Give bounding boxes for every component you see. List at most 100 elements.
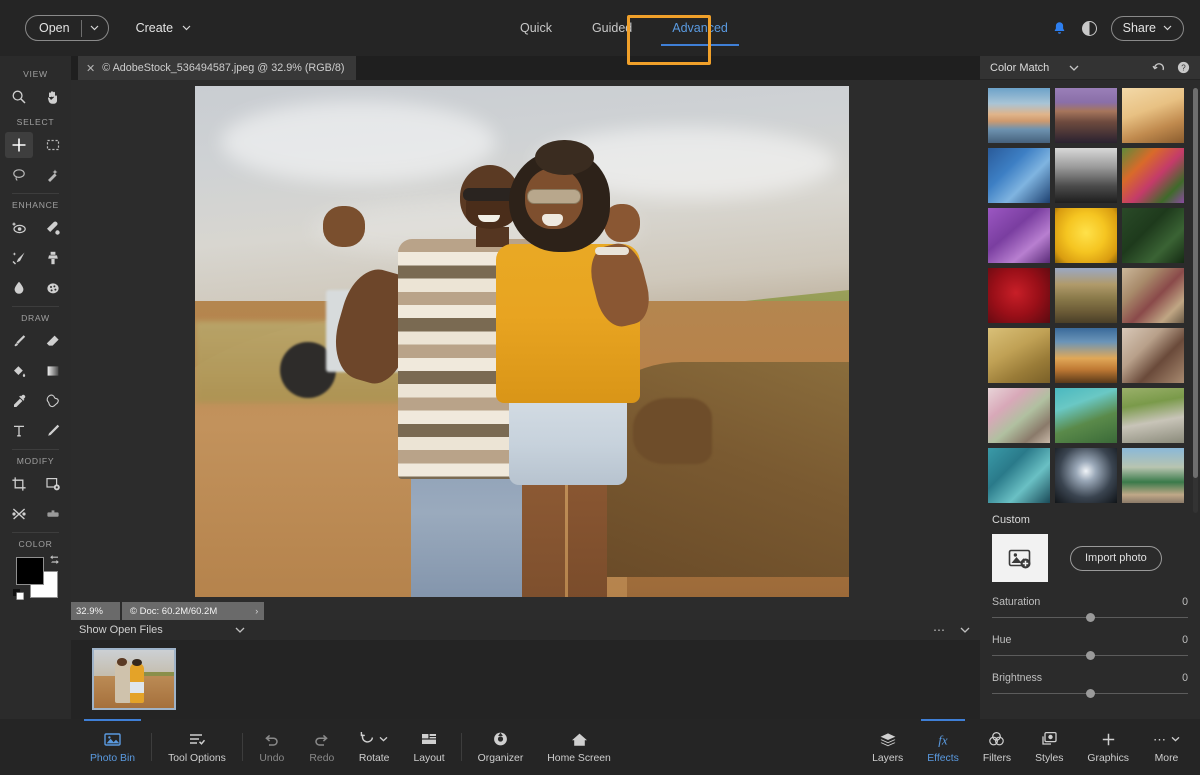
tool-section-select-label: SELECT: [0, 117, 71, 127]
smart-brush-tool-icon[interactable]: [5, 245, 33, 271]
slider-saturation-knob[interactable]: [1086, 613, 1095, 622]
preset-purple-petals[interactable]: [988, 208, 1050, 263]
red-eye-removal-tool-icon[interactable]: [5, 215, 33, 241]
preset-yellow-dahlia[interactable]: [1055, 208, 1117, 263]
preset-turquoise-coast[interactable]: [1055, 388, 1117, 443]
canvas-area[interactable]: [71, 80, 980, 602]
crop-tool-icon[interactable]: [5, 471, 33, 497]
chevron-down-icon[interactable]: [235, 625, 245, 635]
clone-stamp-tool-icon[interactable]: [39, 245, 67, 271]
photo-bin-thumbnail[interactable]: [92, 648, 176, 710]
eraser-tool-icon[interactable]: [39, 328, 67, 354]
slider-brightness-knob[interactable]: [1086, 689, 1095, 698]
spot-healing-brush-tool-icon[interactable]: [39, 215, 67, 241]
presets-scrollbar[interactable]: [1193, 88, 1198, 513]
rectangular-marquee-tool-icon[interactable]: [39, 132, 67, 158]
bottom-item-layers[interactable]: Layers: [860, 719, 915, 775]
preset-market-crowd[interactable]: [1122, 268, 1184, 323]
more-options-icon[interactable]: ⋯: [933, 623, 946, 637]
paint-bucket-tool-icon[interactable]: [5, 358, 33, 384]
slider-brightness-track[interactable]: [992, 693, 1188, 694]
open-button-label: Open: [26, 21, 81, 35]
chevron-down-icon[interactable]: [960, 625, 970, 635]
import-photo-button[interactable]: Import photo: [1070, 546, 1162, 571]
bottom-item-rotate[interactable]: Rotate: [347, 719, 402, 775]
preset-green-leaves[interactable]: [1122, 208, 1184, 263]
preset-city-park[interactable]: [1122, 388, 1184, 443]
document-info[interactable]: © Doc: 60.2M/60.2M ›: [122, 602, 264, 620]
presets-scrollbar-thumb[interactable]: [1193, 88, 1198, 478]
hand-tool-icon[interactable]: [39, 84, 67, 110]
tab-guided[interactable]: Guided: [572, 0, 652, 56]
create-button[interactable]: Create: [136, 21, 192, 35]
preset-wheat-field[interactable]: [988, 328, 1050, 383]
preset-coffee-cup[interactable]: [1122, 328, 1184, 383]
lasso-tool-icon[interactable]: [5, 162, 33, 188]
open-button[interactable]: Open: [25, 15, 109, 41]
custom-shape-tool-icon[interactable]: [39, 388, 67, 414]
bottom-item-filters[interactable]: Filters: [971, 719, 1023, 775]
preset-red-rose[interactable]: [988, 268, 1050, 323]
content-aware-move-tool-icon[interactable]: [5, 501, 33, 527]
pencil-tool-icon[interactable]: [39, 418, 67, 444]
photo-bin[interactable]: [71, 640, 980, 719]
bottom-item-redo[interactable]: Redo: [297, 719, 347, 775]
rotate-icon-group: [360, 731, 388, 748]
brush-tool-icon[interactable]: [5, 328, 33, 354]
zoom-tool-icon[interactable]: [5, 84, 33, 110]
bottom-item-styles[interactable]: Styles: [1023, 719, 1075, 775]
bottom-item-effects[interactable]: fx Effects: [915, 719, 971, 775]
default-colors-icon[interactable]: [13, 587, 24, 598]
bottom-item-photo-bin[interactable]: Photo Bin: [78, 719, 147, 775]
slider-hue-track[interactable]: [992, 655, 1188, 656]
bottom-item-more[interactable]: ⋯ More: [1141, 719, 1192, 775]
chevron-down-icon[interactable]: [1069, 63, 1079, 73]
add-photo-icon[interactable]: [992, 534, 1048, 582]
canvas-image[interactable]: [195, 86, 849, 597]
eyedropper-tool-icon[interactable]: [5, 388, 33, 414]
preset-desert-road[interactable]: [1055, 88, 1117, 143]
blur-tool-icon[interactable]: [5, 275, 33, 301]
preset-flower-garden[interactable]: [1122, 148, 1184, 203]
close-icon[interactable]: ✕: [86, 62, 95, 75]
preset-cathedral-bw[interactable]: [1055, 148, 1117, 203]
straighten-tool-icon[interactable]: [39, 501, 67, 527]
slider-saturation-track[interactable]: [992, 617, 1188, 618]
quick-selection-tool-icon[interactable]: [39, 162, 67, 188]
chevron-down-icon[interactable]: [82, 25, 108, 31]
share-button[interactable]: Share: [1111, 16, 1184, 41]
document-tab[interactable]: ✕ © AdobeStock_536494587.jpeg @ 32.9% (R…: [78, 56, 356, 80]
reset-icon[interactable]: [1152, 62, 1166, 74]
slider-hue-knob[interactable]: [1086, 651, 1095, 660]
preset-moon-night[interactable]: [1055, 448, 1117, 503]
move-tool-icon[interactable]: [5, 132, 33, 158]
preset-palm-sunset[interactable]: [1055, 328, 1117, 383]
preset-green-tram[interactable]: [1122, 448, 1184, 503]
preset-floral-table[interactable]: [988, 388, 1050, 443]
type-tool-icon[interactable]: [5, 418, 33, 444]
sponge-tool-icon[interactable]: [39, 275, 67, 301]
recompose-tool-icon[interactable]: [39, 471, 67, 497]
foreground-color-swatch[interactable]: [16, 557, 44, 585]
bottom-item-graphics[interactable]: Graphics: [1075, 719, 1141, 775]
preset-blue-feathers[interactable]: [988, 148, 1050, 203]
gradient-tool-icon[interactable]: [39, 358, 67, 384]
bell-icon[interactable]: [1051, 20, 1068, 37]
bottom-item-organizer[interactable]: Organizer: [466, 719, 536, 775]
preset-lake-sunset[interactable]: [988, 88, 1050, 143]
zoom-level-field[interactable]: 32.9%: [71, 602, 120, 620]
preset-teal-abstract[interactable]: [988, 448, 1050, 503]
preset-autumn-path[interactable]: [1055, 268, 1117, 323]
chevron-right-icon[interactable]: ›: [255, 606, 258, 616]
tab-quick[interactable]: Quick: [500, 0, 572, 56]
bottom-item-tool-options[interactable]: Tool Options: [156, 719, 238, 775]
tab-advanced[interactable]: Advanced: [652, 0, 748, 56]
swap-colors-icon[interactable]: [49, 554, 60, 568]
show-open-files-label[interactable]: Show Open Files: [79, 624, 163, 636]
bottom-item-home-screen[interactable]: Home Screen: [535, 719, 623, 775]
bottom-item-layout[interactable]: Layout: [401, 719, 456, 775]
theme-contrast-icon[interactable]: [1082, 21, 1097, 36]
bottom-item-undo[interactable]: Undo: [247, 719, 297, 775]
help-icon[interactable]: ?: [1177, 61, 1190, 74]
preset-dune-curve[interactable]: [1122, 88, 1184, 143]
